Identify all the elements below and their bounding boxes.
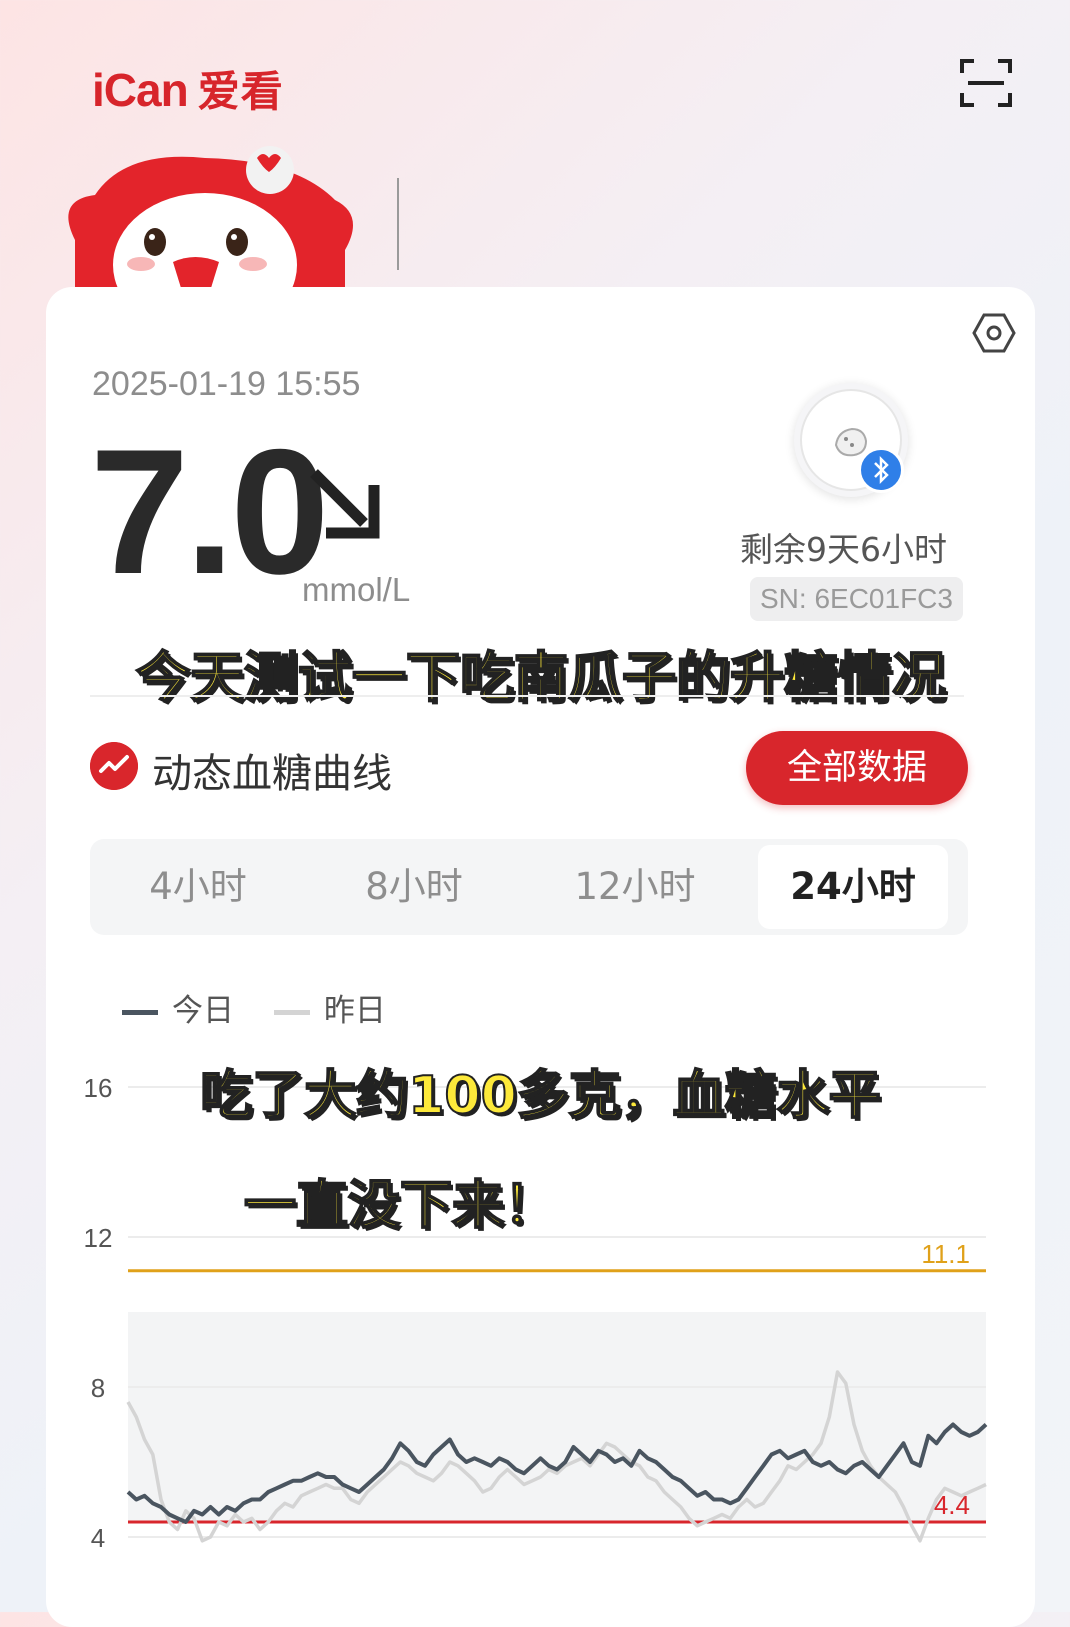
logo-text: iCan	[92, 64, 189, 116]
reading-timestamp: 2025-01-19 15:55	[92, 365, 361, 403]
y-tick-label-4: 4	[91, 1523, 105, 1553]
legend-yesterday-label: 昨日	[323, 993, 386, 1029]
glucose-card: 2025-01-19 15:55 7.0 mmol/L 剩余9天6小时 SN: …	[46, 287, 1035, 1627]
glucose-curve-icon	[90, 742, 138, 790]
tab-4h[interactable]: 4小时	[96, 845, 300, 929]
settings-icon[interactable]	[972, 311, 1016, 355]
section-divider	[90, 695, 964, 697]
legend-today: 今日	[122, 985, 234, 1030]
glucose-unit: mmol/L	[302, 571, 411, 608]
y-tick-label-8: 8	[91, 1373, 105, 1403]
legend-yesterday-swatch	[273, 1010, 310, 1015]
arrow-down-right-icon	[310, 469, 380, 539]
legend-today-label: 今日	[172, 993, 234, 1029]
upper-threshold-label: 11.1	[921, 1239, 970, 1269]
time-range-tabs: 4小时 8小时 12小时 24小时	[90, 839, 968, 935]
scan-icon[interactable]	[960, 57, 1012, 109]
caption-line-1: 今天测试一下吃南瓜子的升糖情况	[135, 645, 947, 710]
caption-line-3: 一直没下来！	[243, 1175, 557, 1237]
chart-legend: 今日 昨日	[122, 985, 416, 1030]
tab-12h[interactable]: 12小时	[530, 845, 740, 929]
sensor-remaining-time: 剩余9天6小时	[740, 530, 947, 569]
sensor-serial: SN: 6EC01FC3	[750, 577, 963, 621]
header-divider	[397, 178, 399, 270]
bluetooth-icon	[858, 447, 904, 493]
app-logo: iCan 爱看	[92, 58, 284, 119]
mascot-image	[68, 146, 353, 288]
logo-cn: 爱看	[197, 68, 284, 115]
tab-8h[interactable]: 8小时	[312, 845, 516, 929]
all-data-button[interactable]: 全部数据	[746, 731, 968, 805]
glucose-value: 7.0	[90, 412, 329, 611]
caption-line-2: 吃了大约100多克，血糖水平	[199, 1065, 882, 1127]
legend-yesterday: 昨日	[273, 985, 386, 1030]
app-header: iCan 爱看	[0, 0, 1070, 290]
glucose-chart: 16128411.14.4	[84, 1073, 988, 1553]
section-title: 动态血糖曲线	[152, 751, 392, 797]
legend-today-swatch	[122, 1010, 158, 1015]
tab-24h[interactable]: 24小时	[758, 845, 948, 929]
target-range-band	[128, 1312, 986, 1522]
y-tick-label-12: 12	[84, 1223, 113, 1253]
